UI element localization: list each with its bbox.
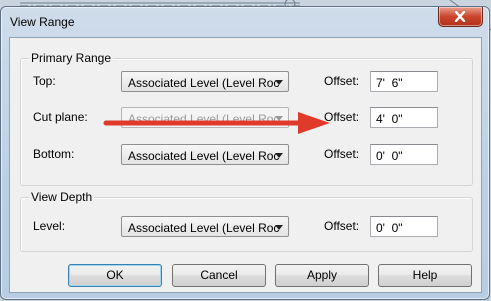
close-button[interactable] — [438, 7, 483, 27]
bottom-level-value: Associated Level (Level Roc — [128, 149, 280, 163]
top-offset-input[interactable]: 7' 6" — [370, 71, 438, 92]
view-range-dialog: View Range Primary Range Top: Associated… — [0, 6, 490, 300]
view-depth-label: View Depth — [29, 190, 95, 204]
help-button[interactable]: Help — [378, 264, 472, 287]
title-bar: View Range — [1, 7, 489, 37]
apply-button[interactable]: Apply — [275, 264, 369, 287]
bottom-offset-label: Offset: — [324, 147, 360, 161]
top-level-value: Associated Level (Level Roc — [128, 76, 280, 90]
close-icon — [454, 11, 466, 22]
cut-plane-label: Cut plane: — [33, 110, 88, 124]
chevron-down-icon — [275, 153, 283, 158]
depth-level-dropdown[interactable]: Associated Level (Level Roc — [121, 216, 289, 237]
cut-plane-offset-input[interactable]: 4' 0" — [370, 107, 438, 128]
chevron-down-icon — [275, 225, 283, 230]
view-depth-group: View Depth Level: Associated Level (Leve… — [20, 190, 473, 252]
depth-offset-value: 0' 0" — [376, 221, 403, 235]
cancel-button[interactable]: Cancel — [172, 264, 266, 287]
depth-offset-label: Offset: — [324, 219, 360, 233]
primary-range-label: Primary Range — [29, 51, 114, 65]
top-offset-label: Offset: — [324, 74, 360, 88]
dialog-title: View Range — [10, 15, 75, 29]
cut-plane-offset-value: 4' 0" — [376, 112, 403, 126]
chevron-down-icon — [275, 80, 283, 85]
bottom-offset-input[interactable]: 0' 0" — [370, 144, 438, 165]
dialog-content: Primary Range Top: Associated Level (Lev… — [9, 37, 482, 293]
ok-button[interactable]: OK — [68, 264, 162, 287]
depth-level-value: Associated Level (Level Roc — [128, 221, 280, 235]
top-offset-value: 7' 6" — [376, 76, 403, 90]
depth-offset-input[interactable]: 0' 0" — [370, 216, 438, 237]
red-arrow-icon — [103, 112, 330, 134]
top-label: Top: — [33, 74, 56, 88]
bottom-label: Bottom: — [33, 147, 75, 161]
top-level-dropdown[interactable]: Associated Level (Level Roc — [121, 71, 289, 92]
bottom-offset-value: 0' 0" — [376, 149, 403, 163]
depth-level-label: Level: — [33, 219, 66, 233]
bottom-level-dropdown[interactable]: Associated Level (Level Roc — [121, 144, 289, 165]
